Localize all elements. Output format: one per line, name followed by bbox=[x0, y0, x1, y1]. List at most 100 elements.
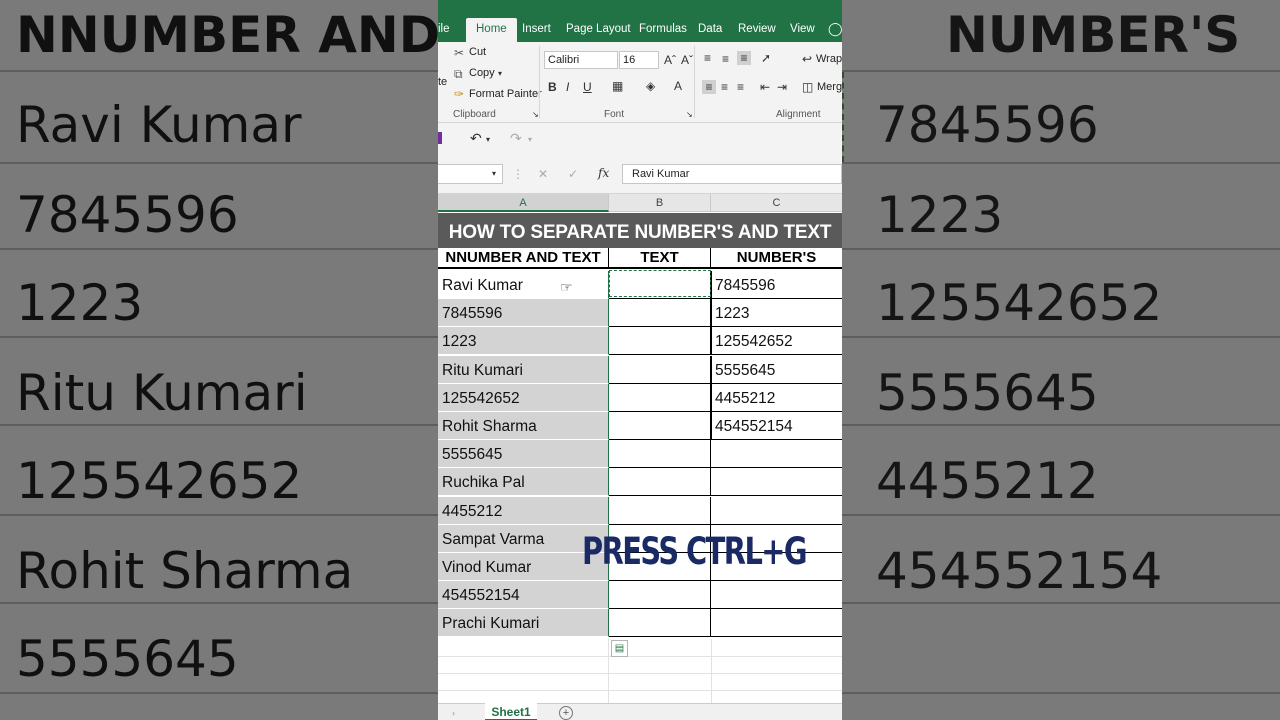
cell-b[interactable] bbox=[609, 356, 711, 384]
redo-icon[interactable]: ↷ bbox=[510, 131, 522, 145]
empty-row[interactable] bbox=[438, 639, 842, 657]
wrap-text-button[interactable]: Wrap bbox=[816, 53, 842, 65]
sheet-tab-sheet1[interactable]: Sheet1 bbox=[485, 703, 537, 720]
format-painter-button[interactable]: Format Painter bbox=[469, 88, 542, 100]
tab-formulas[interactable]: Formulas bbox=[639, 18, 687, 42]
cell-a[interactable]: Rohit Sharma bbox=[438, 412, 609, 440]
header-cell-numbers[interactable]: NUMBER'S bbox=[711, 248, 842, 269]
cell-c[interactable]: 1223 bbox=[711, 299, 842, 327]
tab-file[interactable]: ile bbox=[438, 18, 450, 42]
insert-function-button[interactable]: fx bbox=[598, 166, 609, 180]
grow-font-icon[interactable]: Aˆ bbox=[664, 53, 676, 67]
column-header-c[interactable]: C bbox=[711, 194, 842, 212]
tab-data[interactable]: Data bbox=[698, 18, 722, 42]
italic-button[interactable]: I bbox=[566, 80, 569, 94]
enter-icon[interactable]: ✓ bbox=[568, 167, 578, 181]
sheet-banner-title[interactable]: HOW TO SEPARATE NUMBER'S AND TEXT bbox=[438, 213, 842, 248]
tab-insert[interactable]: Insert bbox=[522, 18, 551, 42]
empty-row[interactable] bbox=[438, 673, 842, 691]
chevron-down-icon[interactable]: ▾ bbox=[492, 167, 496, 181]
align-top-icon[interactable]: ≡ bbox=[704, 51, 711, 65]
cell-c[interactable]: 125542652 bbox=[711, 327, 842, 355]
empty-row[interactable] bbox=[438, 656, 842, 674]
dialog-launcher-icon[interactable]: ↘ bbox=[532, 108, 539, 122]
cell-a[interactable]: 4455212 bbox=[438, 497, 609, 525]
chevron-down-icon[interactable]: ▾ bbox=[486, 133, 490, 147]
font-name-select[interactable]: Calibri bbox=[544, 51, 618, 69]
save-icon[interactable] bbox=[438, 132, 442, 144]
lightbulb-icon[interactable]: ◯ bbox=[828, 18, 842, 42]
chevron-down-icon[interactable]: ▾ bbox=[528, 133, 532, 147]
chevron-down-icon[interactable]: ▾ bbox=[498, 67, 502, 81]
cell-a[interactable]: 454552154 bbox=[438, 581, 609, 609]
align-middle-icon[interactable]: ≡ bbox=[722, 52, 729, 66]
cell-b[interactable] bbox=[609, 271, 711, 299]
fill-color-icon[interactable]: ◈ bbox=[646, 79, 655, 93]
align-right-icon[interactable]: ≡ bbox=[737, 80, 744, 94]
bold-button[interactable]: B bbox=[548, 80, 557, 94]
increase-indent-icon[interactable]: ⇥ bbox=[777, 80, 787, 94]
align-bottom-icon[interactable]: ≡ bbox=[737, 51, 751, 65]
font-size-select[interactable]: 16 bbox=[619, 51, 659, 69]
cell-b[interactable] bbox=[609, 609, 711, 637]
copy-button[interactable]: Copy bbox=[469, 67, 495, 79]
shrink-font-icon[interactable]: Aˇ bbox=[681, 53, 693, 67]
cell-c[interactable]: 4455212 bbox=[711, 384, 842, 412]
cell-b[interactable] bbox=[609, 468, 711, 496]
header-cell-number-and-text[interactable]: NNUMBER AND TEXT bbox=[438, 248, 609, 269]
cell-a[interactable]: Ritu Kumari bbox=[438, 356, 609, 384]
align-center-icon[interactable]: ≡ bbox=[721, 80, 728, 94]
font-color-icon[interactable]: A bbox=[674, 79, 682, 93]
borders-icon[interactable]: ▦ bbox=[612, 79, 623, 93]
tab-review[interactable]: Review bbox=[738, 18, 776, 42]
cell-c[interactable]: 7845596 bbox=[711, 271, 842, 299]
cell-c[interactable] bbox=[711, 440, 842, 468]
cell-a[interactable]: 5555645 bbox=[438, 440, 609, 468]
chevron-right-icon[interactable]: › bbox=[452, 706, 455, 720]
ribbon-separator bbox=[694, 46, 695, 118]
cell-a[interactable]: 125542652 bbox=[438, 384, 609, 412]
cell-c[interactable]: 5555645 bbox=[711, 356, 842, 384]
orientation-icon[interactable]: ➚ bbox=[761, 51, 771, 65]
cell-c[interactable]: 454552154 bbox=[711, 412, 842, 440]
cell-c[interactable] bbox=[711, 468, 842, 496]
cell-a[interactable]: Ruchika Pal bbox=[438, 468, 609, 496]
header-cell-text[interactable]: TEXT bbox=[609, 248, 711, 269]
underline-button[interactable]: U bbox=[583, 80, 592, 94]
tab-home[interactable]: Home bbox=[466, 18, 517, 42]
cell-b[interactable] bbox=[609, 384, 711, 412]
cell-b[interactable] bbox=[609, 299, 711, 327]
cancel-icon[interactable]: ✕ bbox=[538, 167, 548, 181]
cut-button[interactable]: Cut bbox=[469, 46, 486, 58]
cell-b[interactable] bbox=[609, 327, 711, 355]
tab-view[interactable]: View bbox=[790, 18, 815, 42]
cell-a[interactable]: 7845596 bbox=[438, 299, 609, 327]
undo-icon[interactable]: ↶ bbox=[470, 131, 482, 145]
add-sheet-icon[interactable]: + bbox=[559, 706, 573, 720]
paste-label[interactable]: te bbox=[438, 76, 447, 88]
merge-icon[interactable]: ◫ bbox=[802, 80, 813, 94]
column-header-a[interactable]: A bbox=[438, 194, 609, 212]
paste-options-icon[interactable]: ▤ bbox=[611, 640, 628, 657]
cell-c[interactable] bbox=[711, 609, 842, 637]
grid-line bbox=[608, 656, 609, 673]
cell-b[interactable] bbox=[609, 581, 711, 609]
dialog-launcher-icon[interactable]: ↘ bbox=[686, 108, 693, 122]
align-left-icon[interactable]: ≡ bbox=[702, 80, 716, 94]
background-left-zoom: NNUMBER AND T Ravi Kumar 7845596 1223 Ri… bbox=[0, 0, 438, 720]
merge-button[interactable]: Merg bbox=[817, 81, 842, 93]
cell-b[interactable] bbox=[609, 412, 711, 440]
decrease-indent-icon[interactable]: ⇤ bbox=[760, 80, 770, 94]
cell-b[interactable] bbox=[609, 440, 711, 468]
cell-a[interactable]: 1223 bbox=[438, 327, 609, 355]
cell-c[interactable] bbox=[711, 497, 842, 525]
wrap-text-icon[interactable]: ↩ bbox=[802, 52, 812, 66]
cell-a[interactable]: Prachi Kumari bbox=[438, 609, 609, 637]
cell-b[interactable] bbox=[609, 497, 711, 525]
column-header-b[interactable]: B bbox=[609, 194, 711, 212]
cell-c[interactable] bbox=[711, 581, 842, 609]
format-painter-icon: ✑ bbox=[454, 87, 465, 101]
tab-page-layout[interactable]: Page Layout bbox=[566, 18, 631, 42]
formula-input[interactable]: Ravi Kumar bbox=[622, 164, 842, 184]
cell-a[interactable]: Ravi Kumar bbox=[438, 271, 609, 299]
